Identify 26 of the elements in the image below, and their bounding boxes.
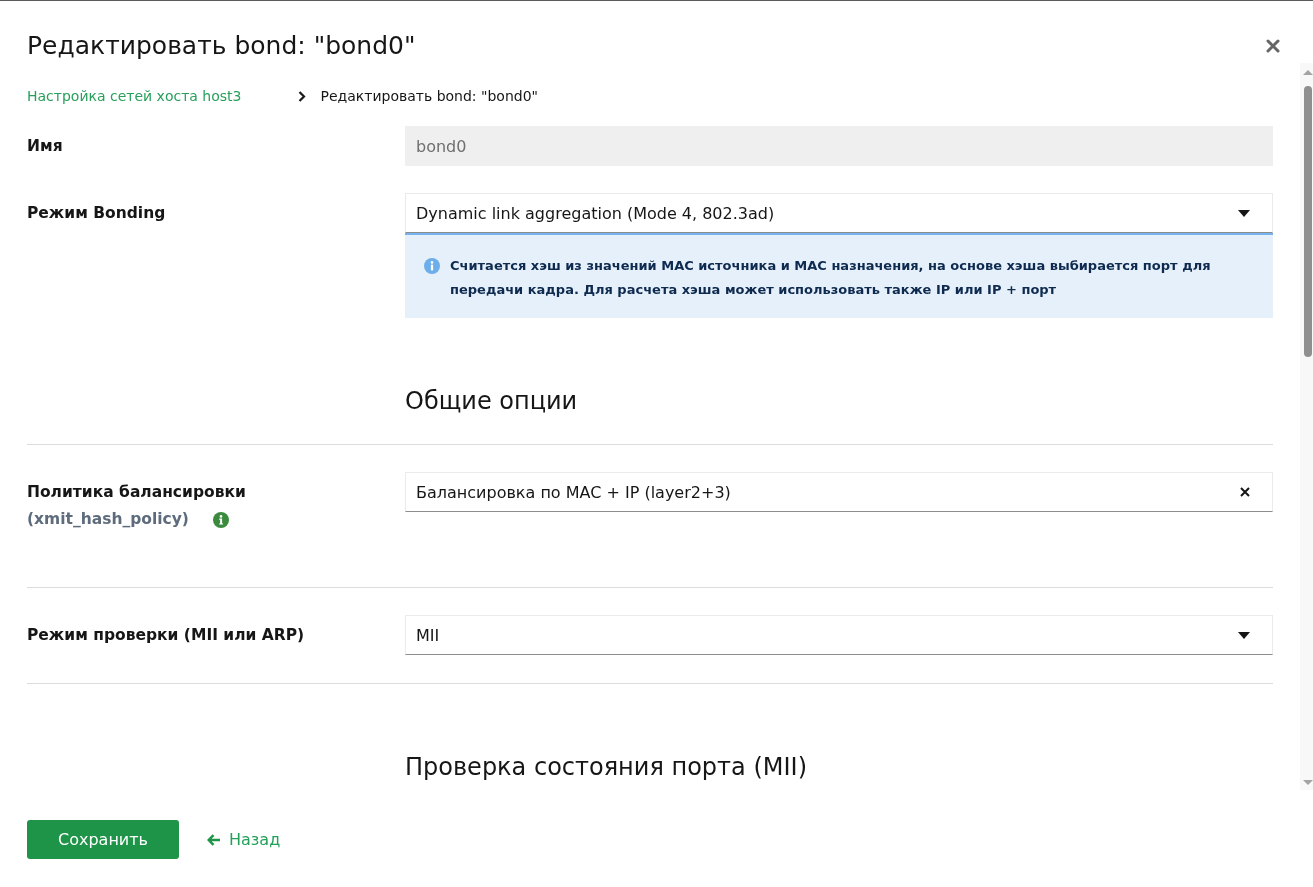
info-icon[interactable]: [212, 511, 229, 528]
hint-text: Считается хэш из значений MAC источника и MAC назначения, на основе хэша выбирается порт для передачи кадра. Для расчета хэша может использовать также IP или IP + порт: [450, 257, 1212, 299]
dropdown[interactable]: Балансировка по MAC + IP (layer2+3): [405, 472, 1273, 512]
dialog-title: Редактировать bond: "bond0": [27, 30, 416, 62]
section-heading: Общие опции: [405, 386, 579, 417]
back-link[interactable]: Назад: [207, 820, 281, 859]
field-label: Политика балансировки: [27, 482, 247, 503]
scroll-up-icon[interactable]: [1303, 70, 1313, 75]
scroll-down-icon[interactable]: [1303, 780, 1313, 785]
breadcrumb-link[interactable]: Настройка сетей хоста host3: [27, 88, 242, 104]
field-sublabel: (xmit_hash_policy): [27, 509, 189, 530]
section-heading: Проверка состояния порта (MII): [405, 752, 808, 783]
scrollbar-thumb[interactable]: [1304, 86, 1312, 357]
arrow-left-icon: [207, 833, 221, 846]
dropdown[interactable]: Dynamic link aggregation (Mode 4, 802.3ad): [405, 193, 1273, 233]
dropdown[interactable]: MII: [405, 615, 1273, 655]
clear-icon[interactable]: [1240, 487, 1250, 497]
breadcrumb-current: Редактировать bond: "bond0": [320, 88, 539, 104]
info-icon: [424, 258, 440, 274]
save-button[interactable]: Сохранить: [27, 820, 179, 859]
field-label: Режим Bonding: [27, 203, 167, 224]
scrollbar[interactable]: [1300, 63, 1313, 790]
field-label: Режим проверки (MII или ARP): [27, 625, 306, 646]
chevron-right-icon: [298, 90, 307, 102]
field-label: Имя: [27, 136, 64, 157]
close-icon[interactable]: [1266, 39, 1280, 53]
